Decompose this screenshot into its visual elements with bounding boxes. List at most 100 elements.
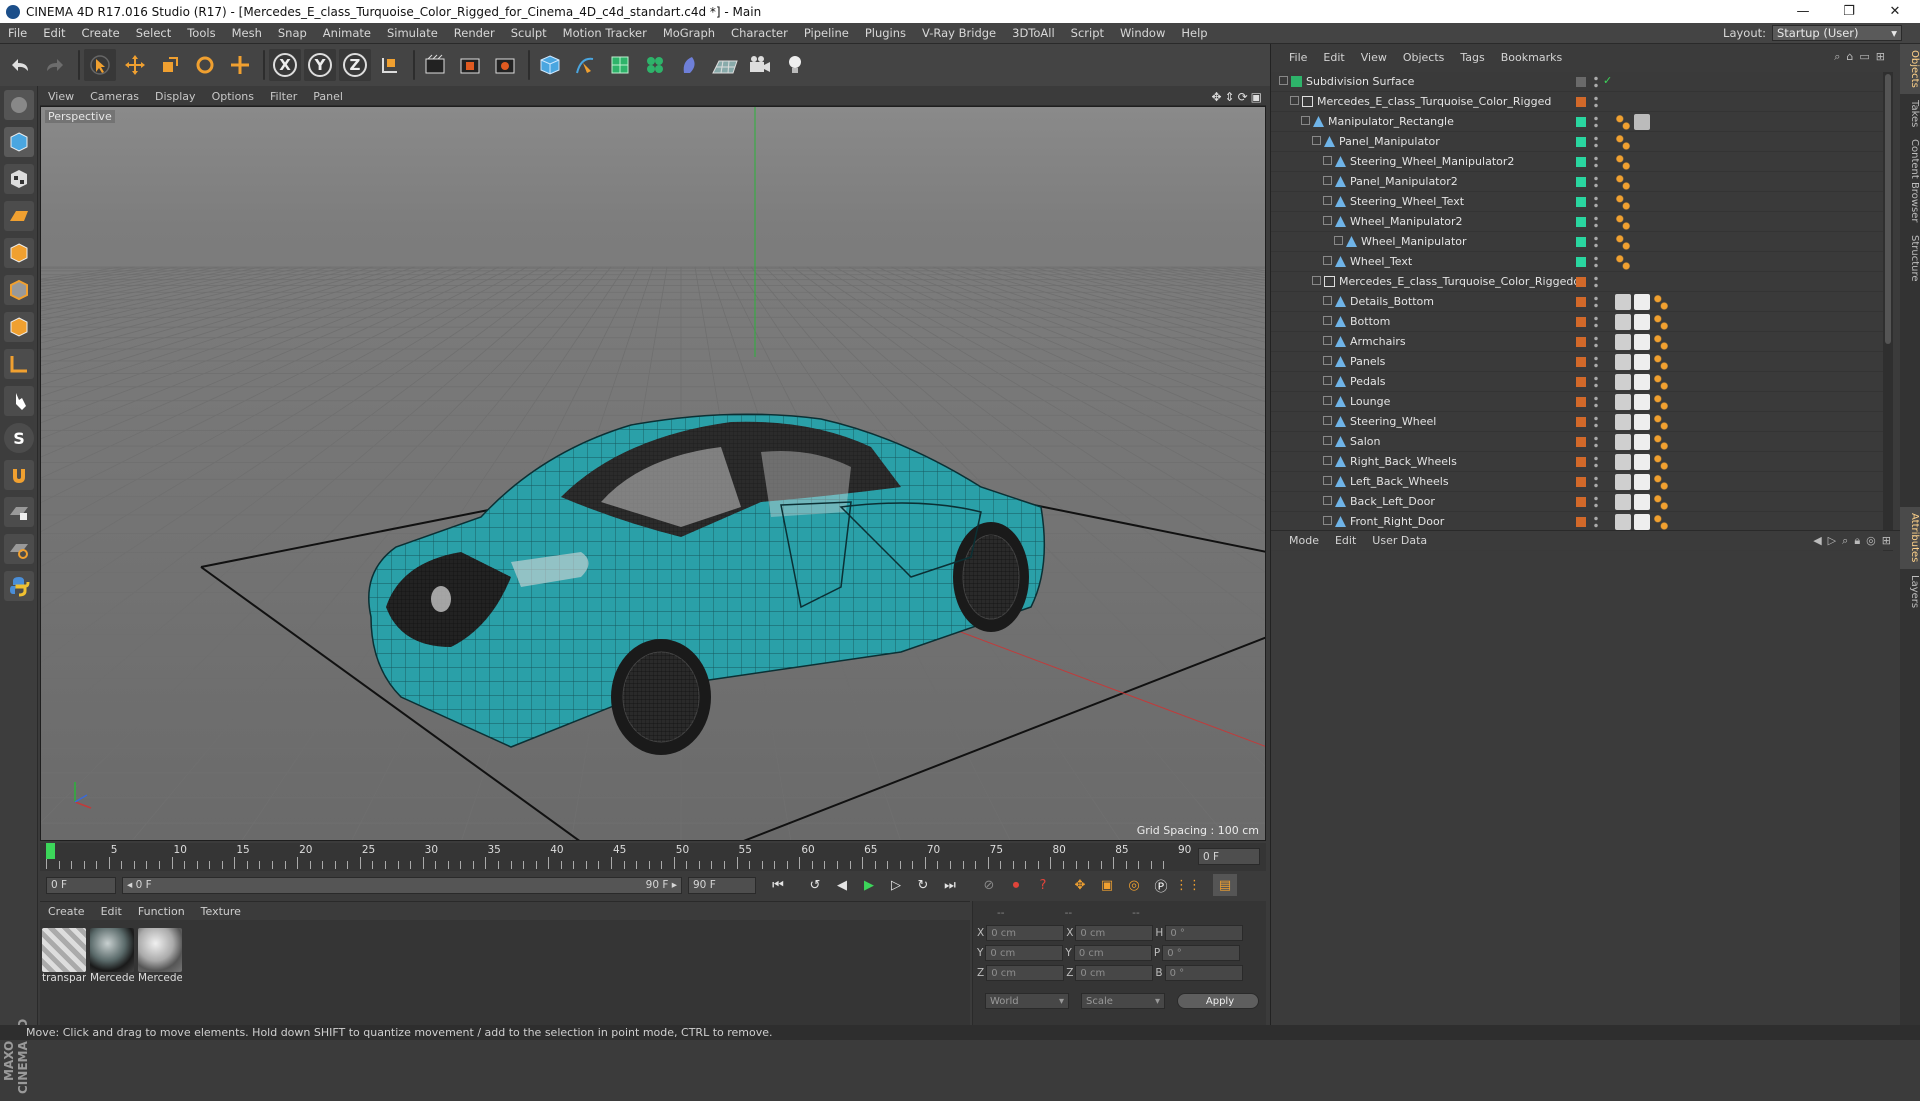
cube-icon[interactable] (534, 49, 566, 81)
object-row[interactable]: Armchairs (1271, 332, 1883, 352)
tag-icon[interactable] (1615, 214, 1631, 230)
object-row[interactable]: Steering_Wheel_Manipulator2 (1271, 152, 1883, 172)
maximize-view-icon[interactable]: ▣ (1251, 90, 1262, 104)
material-swatch[interactable]: Mercede (90, 928, 134, 984)
key-pla-icon[interactable]: ⋮⋮ (1175, 874, 1201, 896)
tag-icon[interactable] (1634, 394, 1650, 410)
attr-menu-edit[interactable]: Edit (1327, 534, 1364, 547)
object-name[interactable]: Panel_Manipulator (1339, 135, 1440, 148)
tag-icon[interactable] (1634, 114, 1650, 130)
rot-p-field[interactable]: 0 ° (1162, 945, 1241, 961)
object-row[interactable]: Manipulator_Rectangle (1271, 112, 1883, 132)
object-row[interactable]: Pedals (1271, 372, 1883, 392)
tag-icon[interactable] (1653, 294, 1669, 310)
tag-icon[interactable] (1653, 354, 1669, 370)
layer-color-swatch[interactable] (1576, 297, 1586, 307)
expand-icon[interactable]: ⊞ (1876, 50, 1885, 64)
menu-tools[interactable]: Tools (179, 26, 223, 40)
material-menu-create[interactable]: Create (40, 905, 93, 918)
expand-icon[interactable]: ⊞ (1882, 534, 1891, 548)
om-menu-view[interactable]: View (1353, 51, 1395, 64)
expand-toggle-icon[interactable] (1334, 236, 1343, 245)
expand-toggle-icon[interactable] (1290, 96, 1299, 105)
tag-icon[interactable] (1615, 474, 1631, 490)
menu-vray-bridge[interactable]: V-Ray Bridge (914, 26, 1004, 40)
expand-toggle-icon[interactable] (1323, 336, 1332, 345)
tag-icon[interactable] (1634, 374, 1650, 390)
select-icon[interactable] (84, 49, 116, 81)
visibility-dots-icon[interactable] (1594, 515, 1598, 529)
menu-script[interactable]: Script (1063, 26, 1112, 40)
tab-attributes[interactable]: Attributes (1900, 507, 1920, 569)
tag-icon[interactable] (1653, 374, 1669, 390)
subdivision-icon[interactable] (604, 49, 636, 81)
timeline-ruler[interactable]: 051015202530354045505560657075808590 0 F (40, 843, 1266, 871)
om-menu-tags[interactable]: Tags (1452, 51, 1492, 64)
visibility-dots-icon[interactable] (1594, 235, 1598, 249)
tag-icon[interactable] (1653, 314, 1669, 330)
visibility-dots-icon[interactable] (1594, 335, 1598, 349)
expand-toggle-icon[interactable] (1279, 76, 1288, 85)
visibility-dots-icon[interactable] (1594, 435, 1598, 449)
menu-help[interactable]: Help (1173, 26, 1215, 40)
prev-frame-icon[interactable]: ◀ (830, 874, 854, 896)
points-mode-icon[interactable] (4, 238, 34, 268)
tag-icon[interactable] (1615, 494, 1631, 510)
y-axis-icon[interactable]: Y (304, 49, 336, 81)
expand-toggle-icon[interactable] (1323, 176, 1332, 185)
visibility-dots-icon[interactable] (1594, 75, 1598, 89)
workplane-icon[interactable] (4, 201, 34, 231)
menu-render[interactable]: Render (446, 26, 503, 40)
camera-icon[interactable] (744, 49, 776, 81)
layer-color-swatch[interactable] (1576, 237, 1586, 247)
object-name[interactable]: Left_Back_Wheels (1350, 475, 1449, 488)
record-icon[interactable]: ⏺ (1004, 874, 1028, 896)
tag-icon[interactable] (1653, 414, 1669, 430)
tag-icon[interactable] (1615, 334, 1631, 350)
visibility-dots-icon[interactable] (1594, 195, 1598, 209)
size-z-field[interactable]: 0 cm (1075, 965, 1154, 981)
enabled-check-icon[interactable]: ✓ (1603, 74, 1612, 87)
search-icon[interactable]: ⌕ (1842, 534, 1848, 548)
tag-icon[interactable] (1653, 494, 1669, 510)
tag-icon[interactable] (1615, 394, 1631, 410)
object-row[interactable]: Panel_Manipulator (1271, 132, 1883, 152)
tag-icon[interactable] (1615, 154, 1631, 170)
object-name[interactable]: Panel_Manipulator2 (1350, 175, 1458, 188)
object-row[interactable]: Front_Right_Door (1271, 512, 1883, 532)
visibility-dots-icon[interactable] (1594, 95, 1598, 109)
tag-icon[interactable] (1634, 494, 1650, 510)
tag-icon[interactable] (1653, 514, 1669, 530)
python-icon[interactable] (4, 571, 34, 601)
layer-color-swatch[interactable] (1576, 157, 1586, 167)
zoom-icon[interactable]: ⇕ (1225, 90, 1235, 104)
menu-mesh[interactable]: Mesh (224, 26, 270, 40)
visibility-dots-icon[interactable] (1594, 295, 1598, 309)
object-name[interactable]: Subdivision Surface (1306, 75, 1414, 88)
light-icon[interactable] (779, 49, 811, 81)
object-tree-scrollbar[interactable] (1883, 72, 1893, 572)
object-name[interactable]: Steering_Wheel (1350, 415, 1436, 428)
tab-takes[interactable]: Takes (1900, 94, 1920, 133)
visibility-dots-icon[interactable] (1594, 455, 1598, 469)
tag-icon[interactable] (1653, 434, 1669, 450)
object-name[interactable]: Steering_Wheel_Manipulator2 (1350, 155, 1514, 168)
start-frame-field[interactable]: 0 F (46, 876, 116, 894)
menu-animate[interactable]: Animate (315, 26, 379, 40)
tag-icon[interactable] (1634, 474, 1650, 490)
next-frame-icon[interactable]: ▷ (884, 874, 908, 896)
layer-color-swatch[interactable] (1576, 397, 1586, 407)
object-row[interactable]: Mercedes_E_class_Turquoise_Color_Riggedd (1271, 272, 1883, 292)
autokey-icon[interactable]: ? (1031, 874, 1055, 896)
object-tree[interactable]: Subdivision Surface ✓ Mercedes_E_class_Tur… (1271, 72, 1883, 572)
object-name[interactable]: Details_Bottom (1350, 295, 1434, 308)
z-axis-icon[interactable]: Z (339, 49, 371, 81)
object-row[interactable]: Details_Bottom (1271, 292, 1883, 312)
visibility-dots-icon[interactable] (1594, 475, 1598, 489)
pan-icon[interactable]: ✥ (1211, 90, 1221, 104)
menu-snap[interactable]: Snap (270, 26, 315, 40)
frame-range-slider[interactable]: ◂ 0 F 90 F ▸ (122, 876, 682, 894)
object-name[interactable]: Wheel_Manipulator2 (1350, 215, 1463, 228)
magnet-icon[interactable] (4, 460, 34, 490)
tag-icon[interactable] (1615, 414, 1631, 430)
